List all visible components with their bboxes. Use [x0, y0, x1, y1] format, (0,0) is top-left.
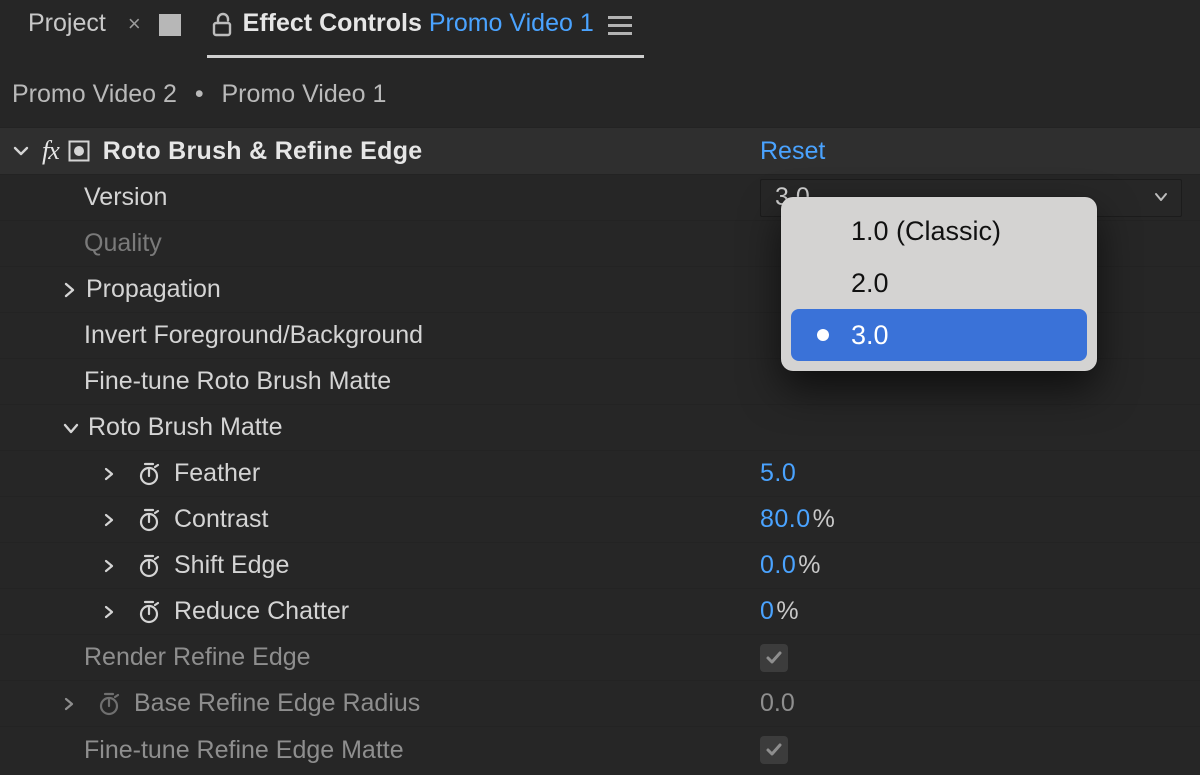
chevron-right-icon[interactable] — [98, 605, 120, 619]
label-reduce-chatter: Reduce Chatter — [174, 597, 349, 626]
version-option-3-0[interactable]: 3.0 — [791, 309, 1087, 361]
panel-menu-icon[interactable] — [608, 16, 632, 35]
label-shift-edge: Shift Edge — [174, 551, 289, 580]
row-contrast: Contrast 80.0% — [0, 497, 1200, 543]
label-render-refine-edge: Render Refine Edge — [84, 643, 311, 672]
label-quality: Quality — [84, 229, 162, 258]
panel-tab-strip: Project × Effect Controls Promo Video 1 — [0, 0, 1200, 58]
chevron-right-icon[interactable] — [98, 559, 120, 573]
row-reduce-chatter: Reduce Chatter 0% — [0, 589, 1200, 635]
breadcrumb-dot: • — [188, 80, 211, 108]
row-shift-edge: Shift Edge 0.0% — [0, 543, 1200, 589]
fx-icon[interactable]: fx — [42, 136, 59, 166]
breadcrumb-a[interactable]: Promo Video 2 — [12, 80, 177, 108]
breadcrumb-b[interactable]: Promo Video 1 — [221, 80, 386, 108]
stopwatch-icon[interactable] — [94, 689, 124, 719]
value-contrast[interactable]: 80.0% — [760, 505, 835, 534]
breadcrumb: Promo Video 2 • Promo Video 1 — [0, 58, 1200, 127]
compositing-options-icon[interactable] — [67, 139, 91, 163]
version-option-label: 3.0 — [851, 320, 889, 351]
chevron-down-icon — [1153, 183, 1169, 212]
chevron-down-icon[interactable] — [10, 142, 32, 160]
row-fine-tune-re-matte: Fine-tune Refine Edge Matte — [0, 727, 1200, 773]
checkbox-render-refine-edge[interactable] — [760, 644, 788, 672]
checkbox-fine-tune-re-matte[interactable] — [760, 736, 788, 764]
version-dropdown-menu: 1.0 (Classic) 2.0 3.0 — [781, 197, 1097, 371]
value-shift-edge[interactable]: 0.0% — [760, 551, 821, 580]
effect-header-row: fx Roto Brush & Refine Edge Reset — [0, 127, 1200, 175]
row-feather: Feather 5.0 — [0, 451, 1200, 497]
stopwatch-icon[interactable] — [134, 597, 164, 627]
version-option-2-0[interactable]: 2.0 — [791, 257, 1087, 309]
close-icon[interactable]: × — [128, 13, 141, 35]
version-option-label: 2.0 — [851, 268, 889, 299]
label-contrast: Contrast — [174, 505, 268, 534]
tab-effect-controls[interactable]: Effect Controls Promo Video 1 — [207, 0, 644, 58]
chevron-down-icon[interactable] — [60, 420, 82, 436]
tab-effect-controls-title: Promo Video 1 — [429, 9, 594, 38]
tab-project-label: Project — [28, 9, 106, 38]
active-tab-underline — [207, 55, 644, 58]
selected-bullet-icon — [817, 329, 829, 341]
value-feather[interactable]: 5.0 — [760, 459, 796, 488]
tab-effect-controls-prefix: Effect Controls — [243, 9, 422, 38]
row-render-refine-edge: Render Refine Edge — [0, 635, 1200, 681]
chevron-right-icon[interactable] — [58, 282, 80, 298]
stopwatch-icon[interactable] — [134, 505, 164, 535]
label-invert-fg-bg: Invert Foreground/Background — [84, 321, 423, 350]
unlock-icon — [207, 11, 237, 39]
stopwatch-icon[interactable] — [134, 551, 164, 581]
value-reduce-chatter[interactable]: 0% — [760, 597, 799, 626]
chevron-right-icon[interactable] — [58, 697, 80, 711]
chevron-right-icon[interactable] — [98, 467, 120, 481]
label-feather: Feather — [174, 459, 260, 488]
label-base-refine-radius: Base Refine Edge Radius — [134, 689, 420, 718]
effect-name: Roto Brush & Refine Edge — [103, 137, 423, 166]
label-fine-tune-rb-matte: Fine-tune Roto Brush Matte — [84, 367, 391, 396]
stopwatch-icon[interactable] — [134, 459, 164, 489]
version-option-label: 1.0 (Classic) — [851, 216, 1001, 247]
row-roto-brush-matte: Roto Brush Matte — [0, 405, 1200, 451]
panel-icon — [159, 14, 181, 36]
label-version: Version — [84, 183, 167, 212]
row-base-refine-radius: Base Refine Edge Radius 0.0 — [0, 681, 1200, 727]
label-fine-tune-re-matte: Fine-tune Refine Edge Matte — [84, 736, 404, 765]
version-option-1-0-classic[interactable]: 1.0 (Classic) — [791, 205, 1087, 257]
tab-project[interactable]: Project × — [20, 0, 207, 58]
label-roto-brush-matte: Roto Brush Matte — [88, 413, 283, 442]
chevron-right-icon[interactable] — [98, 513, 120, 527]
value-base-refine-radius[interactable]: 0.0 — [760, 689, 795, 718]
label-propagation: Propagation — [86, 275, 221, 304]
reset-link[interactable]: Reset — [760, 137, 825, 166]
